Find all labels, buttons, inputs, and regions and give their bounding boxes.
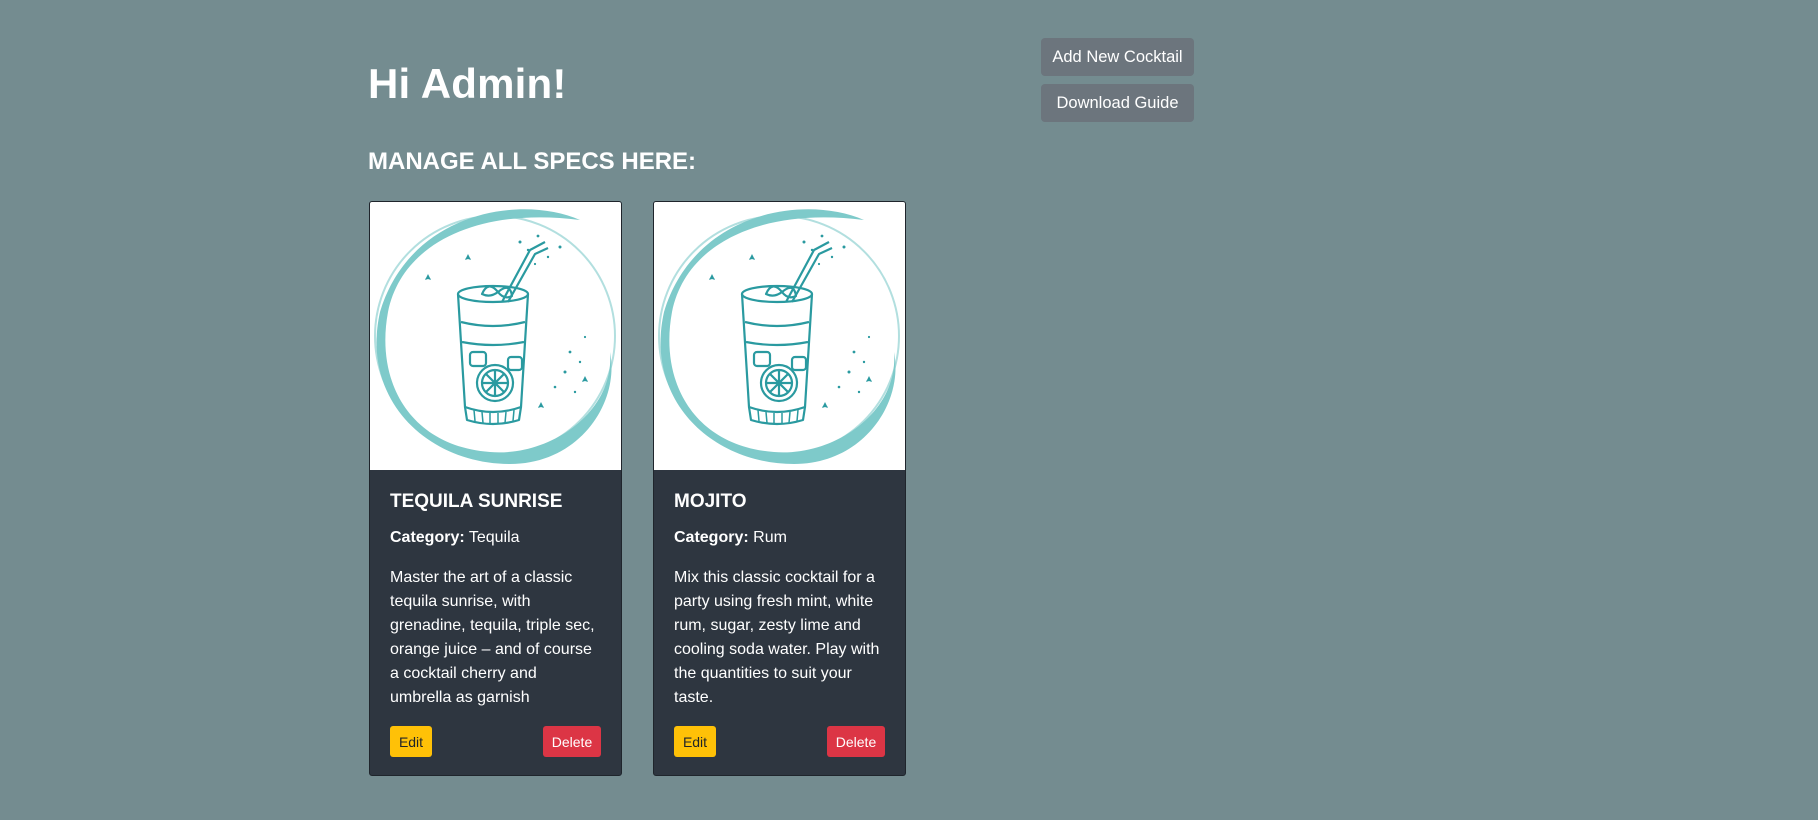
manage-specs-heading: MANAGE ALL SPECS HERE:: [368, 148, 697, 175]
cocktail-title: TEQUILA SUNRISE: [390, 491, 563, 512]
category-value: Tequila: [468, 529, 520, 546]
delete-button[interactable]: Delete: [543, 726, 601, 757]
cocktail-description: Mix this classic cocktail for a party us…: [674, 569, 880, 706]
card-body: MOJITO Category: Rum Mix this classic co…: [654, 470, 905, 775]
cocktail-description: Master the art of a classic tequila sunr…: [390, 569, 595, 706]
cocktail-image: [370, 202, 621, 470]
cocktail-card: MOJITO Category: Rum Mix this classic co…: [653, 201, 906, 776]
delete-button[interactable]: Delete: [827, 726, 885, 757]
cocktail-title: MOJITO: [674, 491, 747, 512]
cocktail-image: [654, 202, 905, 470]
cocktail-glass-icon: [658, 209, 900, 464]
cocktail-category: Category: Rum: [674, 527, 787, 549]
cocktail-card: TEQUILA SUNRISE Category: Tequila Master…: [369, 201, 622, 776]
edit-button[interactable]: Edit: [390, 726, 432, 757]
edit-button[interactable]: Edit: [674, 726, 716, 757]
category-value: Rum: [753, 529, 787, 546]
card-body: TEQUILA SUNRISE Category: Tequila Master…: [370, 470, 621, 775]
download-guide-button[interactable]: Download Guide: [1041, 84, 1194, 122]
cocktail-glass-icon: [374, 209, 616, 464]
greeting-heading: Hi Admin!: [368, 60, 567, 107]
category-label: Category:: [674, 529, 749, 546]
add-new-cocktail-button[interactable]: Add New Cocktail: [1041, 38, 1194, 76]
category-label: Category:: [390, 529, 465, 546]
cocktail-category: Category: Tequila: [390, 527, 520, 549]
